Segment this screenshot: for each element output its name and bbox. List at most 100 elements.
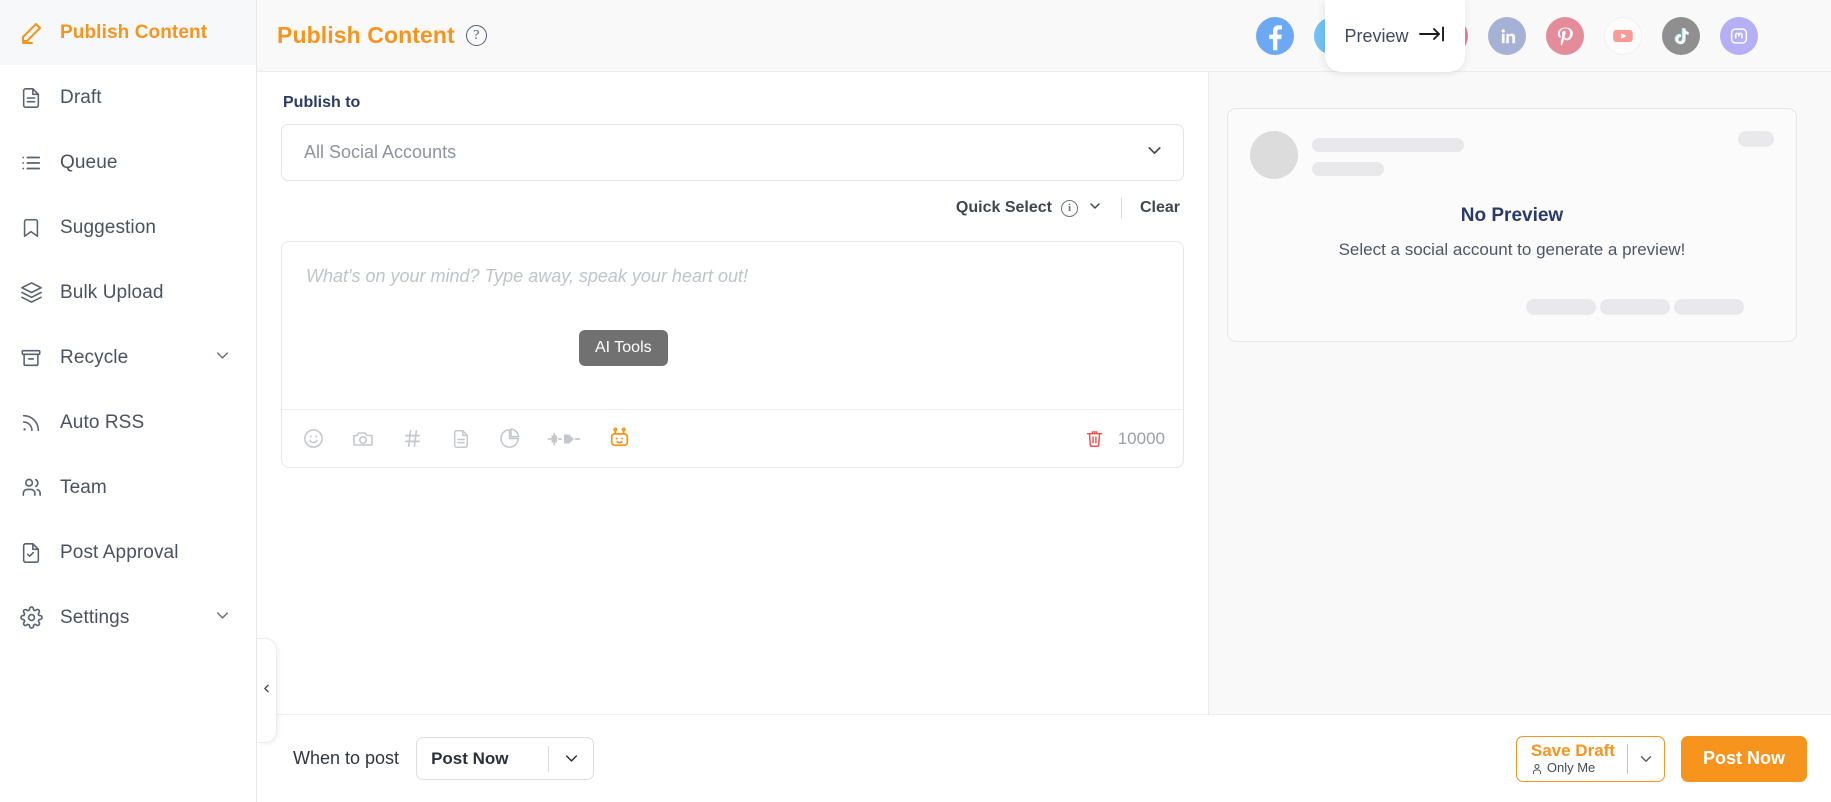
save-draft-label: Save Draft bbox=[1530, 740, 1615, 760]
sidebar-item-settings[interactable]: Settings bbox=[0, 585, 256, 650]
publish-content-app: Publish Content Draft Queue Suggestion B bbox=[0, 0, 1831, 802]
sidebar-collapse-handle[interactable] bbox=[257, 638, 277, 743]
sidebar-item-queue[interactable]: Queue bbox=[0, 130, 256, 195]
divider bbox=[1120, 198, 1122, 218]
document-icon[interactable] bbox=[450, 428, 472, 450]
social-account-select[interactable]: All Social Accounts bbox=[281, 124, 1184, 181]
layers-icon bbox=[18, 280, 44, 306]
hashtag-icon[interactable] bbox=[401, 427, 424, 450]
when-to-post-value: Post Now bbox=[431, 748, 509, 768]
char-count-group: 10000 bbox=[1084, 428, 1165, 449]
no-preview-title: No Preview bbox=[1460, 205, 1564, 226]
sidebar-item-draft[interactable]: Draft bbox=[0, 65, 256, 130]
post-now-button[interactable]: Post Now bbox=[1680, 735, 1807, 782]
editor-toolbar: 10000 bbox=[282, 409, 1183, 467]
social-account-select-value: All Social Accounts bbox=[304, 142, 457, 162]
chevron-down-icon[interactable] bbox=[213, 346, 232, 370]
sidebar-item-label: Publish Content bbox=[60, 21, 208, 43]
skeleton-line bbox=[1312, 162, 1384, 176]
document-icon bbox=[18, 85, 44, 111]
sidebar-item-recycle[interactable]: Recycle bbox=[0, 325, 256, 390]
sidebar-item-label: Post Approval bbox=[60, 541, 179, 563]
post-editor-card: What's on your mind? Type away, speak yo… bbox=[281, 241, 1184, 468]
robot-icon[interactable] bbox=[607, 426, 632, 451]
sidebar-item-post-approval[interactable]: Post Approval bbox=[0, 520, 256, 585]
pinterest-icon[interactable] bbox=[1546, 17, 1584, 55]
social-accounts-strip: G bbox=[1208, 0, 1831, 72]
sidebar-item-label: Queue bbox=[60, 151, 118, 173]
chevron-down-icon bbox=[1144, 140, 1165, 166]
trash-icon[interactable] bbox=[1084, 428, 1105, 449]
sidebar-item-label: Recycle bbox=[60, 346, 129, 368]
facebook-icon[interactable] bbox=[1256, 17, 1294, 55]
sidebar-item-label: Suggestion bbox=[60, 216, 157, 238]
no-preview-message: No Preview Select a social account to ge… bbox=[1228, 205, 1796, 260]
skeleton-action bbox=[1526, 299, 1596, 315]
main-area: Publish Content ? Preview G bbox=[257, 0, 1831, 802]
sidebar-item-team[interactable]: Team bbox=[0, 455, 256, 520]
bookmark-icon bbox=[18, 215, 44, 241]
pencil-icon bbox=[18, 20, 44, 46]
emoji-icon[interactable] bbox=[302, 427, 325, 450]
document-check-icon bbox=[18, 540, 44, 566]
clear-button[interactable]: Clear bbox=[1140, 199, 1180, 217]
sidebar-item-bulk-upload[interactable]: Bulk Upload bbox=[0, 260, 256, 325]
skeleton-avatar bbox=[1250, 131, 1298, 179]
gear-icon bbox=[18, 605, 44, 631]
skeleton-line bbox=[1312, 138, 1464, 152]
quick-select-label: Quick Select bbox=[955, 199, 1052, 216]
mastodon-icon[interactable] bbox=[1720, 17, 1758, 55]
chevron-down-icon[interactable] bbox=[1628, 750, 1664, 768]
when-to-post-select[interactable]: Post Now bbox=[416, 737, 595, 780]
page-title-group: Publish Content ? bbox=[257, 22, 487, 49]
quick-select-row: Quick Select i Clear bbox=[281, 195, 1184, 221]
list-icon bbox=[18, 150, 44, 176]
archive-icon bbox=[18, 345, 44, 371]
sidebar-item-label: Settings bbox=[60, 606, 130, 628]
camera-icon[interactable] bbox=[351, 427, 375, 451]
ai-tools-tooltip: AI Tools bbox=[579, 330, 668, 366]
footer-bar: When to post Post Now Save Draft Only Me bbox=[257, 714, 1831, 802]
preview-toggle-button[interactable]: Preview bbox=[1325, 0, 1465, 72]
quick-select-button[interactable]: Quick Select i bbox=[956, 198, 1103, 219]
no-preview-subtitle: Select a social account to generate a pr… bbox=[1338, 240, 1686, 259]
save-draft-main: Save Draft Only Me bbox=[1517, 741, 1627, 776]
sidebar-item-label: Auto RSS bbox=[60, 411, 145, 433]
when-to-post-label: When to post bbox=[293, 748, 400, 768]
chevron-left-icon bbox=[260, 682, 273, 700]
pie-chart-icon[interactable] bbox=[498, 427, 521, 450]
sidebar-item-auto-rss[interactable]: Auto RSS bbox=[0, 390, 256, 455]
sidebar-item-publish-content[interactable]: Publish Content bbox=[0, 0, 256, 65]
character-count: 10000 bbox=[1117, 428, 1165, 448]
chevron-down-icon bbox=[1087, 198, 1103, 219]
youtube-icon[interactable] bbox=[1604, 17, 1642, 55]
save-draft-visibility-label: Only Me bbox=[1546, 760, 1596, 776]
skeleton-action bbox=[1674, 299, 1744, 315]
users-icon bbox=[18, 475, 44, 501]
sidebar: Publish Content Draft Queue Suggestion B bbox=[0, 0, 257, 802]
sidebar-item-label: Team bbox=[60, 476, 107, 498]
skeleton-badge bbox=[1738, 131, 1774, 147]
rss-icon bbox=[18, 410, 44, 436]
post-editor-placeholder[interactable]: What's on your mind? Type away, speak yo… bbox=[282, 242, 1183, 409]
arrow-to-right-bar-icon bbox=[1418, 25, 1446, 48]
skeleton-action bbox=[1600, 299, 1670, 315]
publish-to-label: Publish to bbox=[283, 94, 361, 111]
top-bar: Publish Content ? Preview G bbox=[257, 0, 1831, 72]
linkedin-icon[interactable] bbox=[1488, 17, 1526, 55]
person-icon bbox=[1531, 763, 1543, 775]
sidebar-item-label: Bulk Upload bbox=[60, 281, 164, 303]
composer-pane: Publish to All Social Accounts Quick Sel… bbox=[257, 72, 1209, 714]
plug-icon[interactable] bbox=[547, 428, 581, 450]
question-mark-icon[interactable]: ? bbox=[465, 25, 487, 46]
chevron-down-icon[interactable] bbox=[213, 606, 232, 630]
save-draft-button[interactable]: Save Draft Only Me bbox=[1515, 735, 1665, 782]
tiktok-icon[interactable] bbox=[1662, 17, 1700, 55]
save-draft-visibility: Only Me bbox=[1531, 760, 1615, 776]
content-area: Publish to All Social Accounts Quick Sel… bbox=[257, 72, 1831, 714]
chevron-down-icon[interactable] bbox=[549, 749, 593, 768]
info-icon[interactable]: i bbox=[1060, 199, 1078, 217]
sidebar-item-suggestion[interactable]: Suggestion bbox=[0, 195, 256, 260]
preview-card: No Preview Select a social account to ge… bbox=[1227, 108, 1797, 342]
preview-pane: No Preview Select a social account to ge… bbox=[1209, 72, 1831, 714]
